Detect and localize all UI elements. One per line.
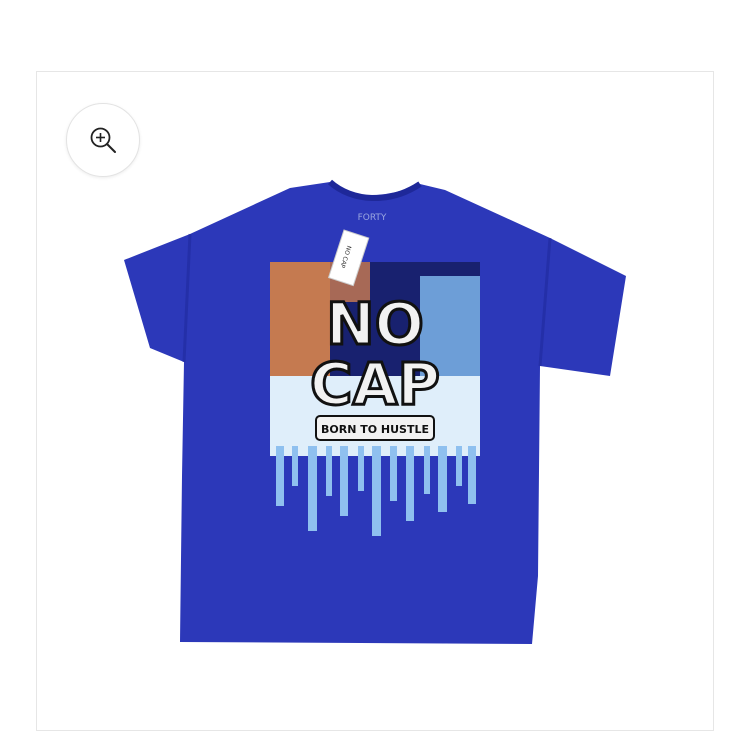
svg-text:BORN TO HUSTLE: BORN TO HUSTLE — [321, 423, 429, 436]
product-image[interactable]: FORTY NO CAP BORN TO HUSTLE NO CAP — [120, 176, 630, 646]
zoom-button[interactable] — [66, 103, 140, 177]
svg-text:NO: NO — [326, 290, 424, 358]
collar-label: FORTY — [358, 213, 387, 223]
svg-text:CAP: CAP — [310, 350, 440, 418]
zoom-in-icon — [90, 127, 116, 153]
